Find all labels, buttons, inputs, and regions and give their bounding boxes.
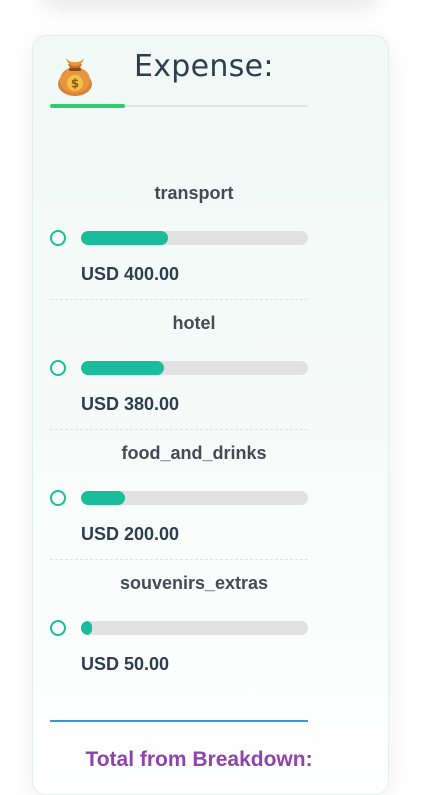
svg-text:$: $	[71, 77, 79, 91]
expense-item-amount: USD 50.00	[81, 654, 170, 674]
expense-title: Expense:	[134, 49, 274, 84]
expense-item-transport: transport USD 400.00	[50, 170, 308, 300]
expense-item-bar	[81, 361, 308, 375]
expense-item-food-and-drinks: food_and_drinks USD 200.00	[50, 430, 308, 560]
expense-item-radio[interactable]	[50, 360, 66, 376]
expense-item-amount: USD 200.00	[81, 524, 180, 544]
expense-item-hotel: hotel USD 380.00	[50, 300, 308, 430]
expense-item-label: hotel	[172, 313, 216, 333]
expense-item-bar	[81, 491, 308, 505]
expense-item-amount: USD 380.00	[81, 394, 180, 414]
total-from-breakdown-label: Total from Breakdown:	[85, 748, 313, 771]
header-divider-accent	[50, 104, 125, 108]
expense-item-radio[interactable]	[50, 490, 66, 506]
expense-item-bar	[81, 621, 308, 635]
expense-item-bar-fill	[81, 491, 125, 505]
expense-item-bar-fill	[81, 361, 164, 375]
expense-item-bar	[81, 231, 308, 245]
expense-item-radio[interactable]	[50, 620, 66, 636]
expense-header: $ Expense:	[50, 46, 308, 110]
expense-item-bar-fill	[81, 621, 93, 635]
expense-item-amount: USD 400.00	[81, 264, 180, 284]
money-bag-icon: $	[58, 58, 92, 96]
expense-item-bar-fill	[81, 231, 169, 245]
expense-item-radio[interactable]	[50, 230, 66, 246]
expense-item-souvenirs-extras: souvenirs_extras USD 50.00	[50, 560, 308, 690]
total-divider	[50, 720, 308, 722]
expense-item-label: souvenirs_extras	[119, 573, 269, 593]
expense-item-label: food_and_drinks	[121, 443, 267, 463]
expense-item-label: transport	[154, 183, 234, 203]
